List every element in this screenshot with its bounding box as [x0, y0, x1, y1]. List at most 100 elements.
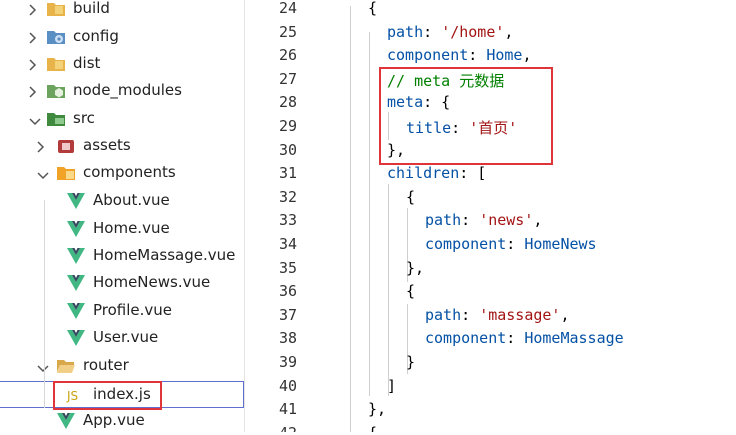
vue-file-icon — [66, 192, 86, 210]
code-token-key: path — [425, 211, 462, 230]
tree-item-dist[interactable]: dist — [0, 51, 244, 78]
code-token-punct: }, — [368, 400, 387, 419]
code-line[interactable]: }, — [406, 259, 424, 277]
line-number: 40 — [278, 376, 297, 395]
line-number: 36 — [278, 282, 297, 301]
code-token-punct: : [ — [459, 164, 487, 183]
folder-icon — [46, 55, 66, 73]
tree-item-label: components — [83, 163, 176, 181]
tree-item-label: src — [73, 109, 95, 127]
code-line[interactable]: children: [ — [387, 164, 486, 182]
src-folder-icon — [46, 110, 66, 128]
tree-item-homemassage-vue[interactable]: HomeMassage.vue — [0, 243, 244, 270]
code-token-punct: , — [560, 305, 570, 324]
code-token-punct: : — [506, 329, 525, 348]
code-token-punct: } — [406, 353, 416, 371]
tree-item-build[interactable]: build — [0, 0, 244, 23]
tree-item-app-vue[interactable]: App.vue — [0, 408, 244, 435]
line-number: 32 — [278, 187, 297, 206]
tree-item-components[interactable]: components — [0, 160, 244, 187]
node-folder-icon — [46, 82, 66, 100]
line-number: 33 — [278, 211, 297, 230]
code-line[interactable]: component: HomeMassage — [425, 329, 624, 347]
code-line[interactable]: component: Home, — [387, 46, 532, 64]
tree-item-label: build — [73, 0, 110, 17]
code-editor[interactable]: 24{25 path: '/home', 26 component: Home, 27/… — [245, 0, 736, 432]
tree-item-label: dist — [73, 54, 101, 72]
code-token-string: 'massage' — [479, 305, 561, 324]
code-line[interactable]: { — [406, 188, 415, 206]
code-token-key: Home — [486, 46, 523, 65]
tree-item-home-vue[interactable]: Home.vue — [0, 216, 244, 243]
line-number: 24 — [278, 0, 297, 17]
code-token-punct: : — [506, 235, 525, 253]
code-token-key: component — [425, 329, 507, 348]
tree-item-user-vue[interactable]: User.vue — [0, 325, 244, 352]
line-number: 31 — [278, 164, 297, 183]
code-line[interactable]: { — [368, 0, 377, 17]
code-token-punct: : — [461, 211, 480, 230]
tree-item-label: config — [73, 27, 119, 45]
chevron-right-icon[interactable] — [28, 30, 38, 44]
vue-file-icon — [66, 220, 86, 238]
code-line[interactable]: { — [368, 424, 377, 432]
assets-folder-icon — [56, 137, 76, 155]
code-token-string: 'news' — [479, 211, 534, 230]
code-token-punct: { — [368, 424, 377, 432]
line-number: 42 — [245, 424, 297, 432]
code-token-punct: , — [504, 22, 514, 41]
tree-item-src[interactable]: src — [0, 106, 244, 133]
tree-item-profile-vue[interactable]: Profile.vue — [0, 298, 244, 325]
line-number: 41 — [278, 400, 297, 419]
code-line[interactable]: path: 'news', — [425, 211, 542, 229]
components-folder-icon — [56, 164, 76, 182]
tree-item-label: assets — [83, 136, 131, 154]
vue-file-icon — [66, 247, 86, 265]
meta-highlight-box — [379, 67, 553, 165]
code-line[interactable]: { — [406, 282, 415, 300]
code-token-string: '/home' — [441, 22, 505, 41]
code-token-punct: { — [406, 282, 416, 301]
code-token-punct: { — [368, 0, 378, 17]
line-number: 34 — [278, 235, 297, 253]
line-number: 38 — [278, 329, 297, 348]
code-line[interactable]: }, — [368, 400, 386, 418]
code-line[interactable]: path: '/home', — [387, 23, 513, 41]
code-token-punct: { — [406, 187, 416, 206]
line-number: 27 — [278, 69, 297, 88]
selected-file-highlight — [53, 381, 162, 410]
line-number: 35 — [278, 258, 297, 277]
code-token-punct: : — [468, 46, 487, 65]
tree-item-assets[interactable]: assets — [0, 133, 244, 160]
vue-file-icon — [66, 302, 86, 320]
chevron-right-icon[interactable] — [28, 57, 38, 71]
config-folder-icon — [46, 28, 66, 46]
line-number: 25 — [278, 22, 297, 41]
chevron-right-icon[interactable] — [36, 139, 46, 153]
code-line[interactable]: ] — [387, 377, 396, 395]
indent-guide — [350, 6, 351, 432]
tree-item-label: Profile.vue — [93, 301, 173, 319]
code-token-key: path — [425, 305, 462, 324]
tree-item-router[interactable]: router — [0, 353, 244, 380]
tree-item-config[interactable]: config — [0, 24, 244, 51]
code-line[interactable]: path: 'massage', — [425, 306, 570, 324]
tree-item-label: Home.vue — [93, 219, 170, 237]
code-line[interactable]: } — [406, 353, 415, 371]
tree-item-about-vue[interactable]: About.vue — [0, 188, 244, 215]
tree-item-homenews-vue[interactable]: HomeNews.vue — [0, 270, 244, 297]
chevron-down-icon[interactable] — [36, 166, 49, 180]
tree-item-node-modules[interactable]: node_modules — [0, 78, 244, 105]
tree-indent-guide — [44, 200, 45, 388]
tree-item-label: About.vue — [93, 191, 170, 209]
chevron-right-icon[interactable] — [28, 2, 38, 16]
code-line[interactable]: component: HomeNews — [425, 235, 597, 253]
line-number: 29 — [278, 117, 297, 135]
chevron-right-icon[interactable] — [28, 84, 38, 98]
line-number: 26 — [278, 46, 297, 65]
code-token-punct: ] — [387, 376, 397, 395]
tree-item-label: App.vue — [83, 411, 145, 429]
folder-icon — [46, 0, 66, 18]
chevron-down-icon[interactable] — [28, 112, 41, 126]
tree-item-index-js[interactable]: JS index.js — [0, 381, 244, 410]
